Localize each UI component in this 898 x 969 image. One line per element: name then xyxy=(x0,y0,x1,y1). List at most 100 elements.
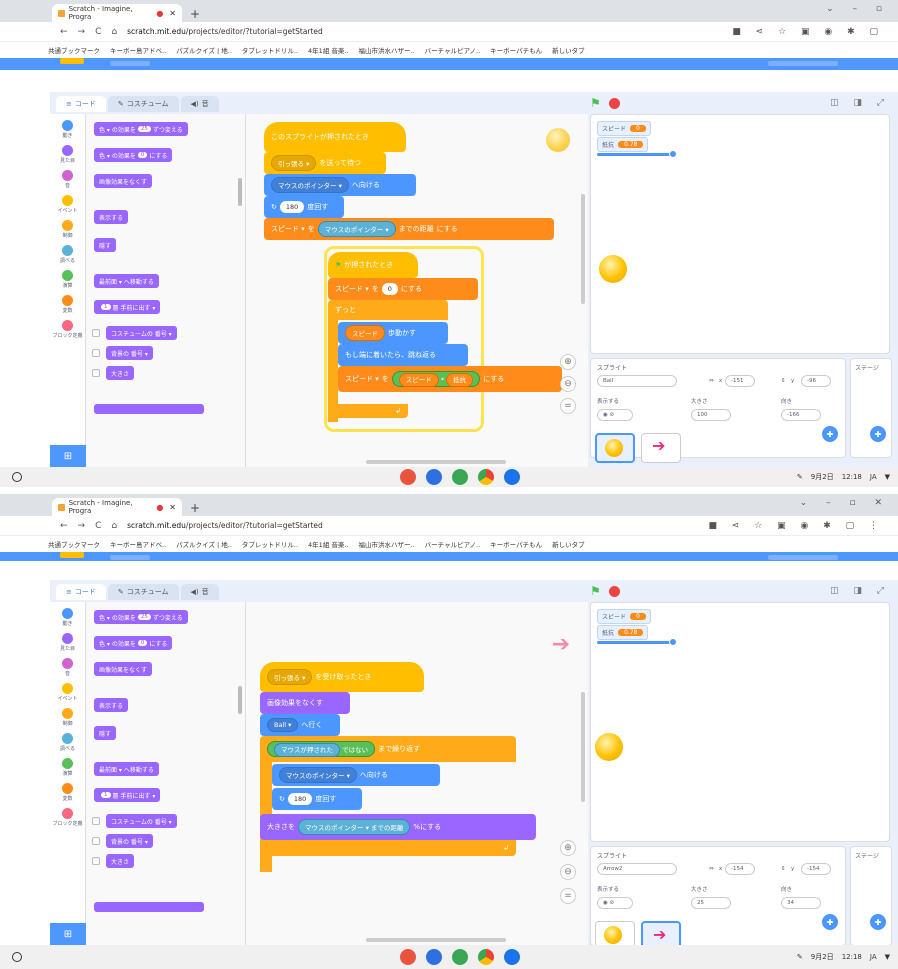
window-controls[interactable]: ⌄ – ▫ xyxy=(826,4,890,14)
palette-scrollbar[interactable] xyxy=(238,178,242,206)
slider-knob[interactable] xyxy=(669,150,677,158)
chrome-icon[interactable] xyxy=(478,949,494,965)
back-icon[interactable]: ← xyxy=(60,521,68,531)
bookmark-item[interactable]: タブレットドリル.. xyxy=(242,539,298,549)
reload-icon[interactable]: C xyxy=(95,521,101,531)
palette-block[interactable]: 画像効果をなくす xyxy=(94,662,153,676)
bookmark-item[interactable]: バーチャルピアノ.. xyxy=(425,539,480,549)
zoom-in-icon[interactable]: ⊕ xyxy=(560,354,576,370)
bookmark-item[interactable]: 新しいタブ xyxy=(552,45,585,55)
classroom-app-icon[interactable] xyxy=(452,949,468,965)
category-events[interactable]: イベント xyxy=(50,195,85,214)
stop-icon[interactable] xyxy=(608,585,620,597)
stage-canvas[interactable]: スピード 0 抵抗 0.78 xyxy=(590,602,890,842)
set-speed-mul-block[interactable]: スピード ▾ をスピード * 抵抗 にする xyxy=(338,366,562,392)
browser-tab[interactable]: Scratch - Imagine, Progra ● ✕ xyxy=(52,4,182,22)
visibility-toggle[interactable]: ◉ ⊘ xyxy=(597,409,633,421)
variable-menu[interactable]: スピード ▾ xyxy=(271,224,305,234)
menu-items[interactable] xyxy=(110,555,150,560)
set-speed-block[interactable]: スピード ▾ を 0 にする xyxy=(328,278,478,300)
target-menu[interactable]: マウスのポインター ▾ xyxy=(271,177,349,193)
tab-code[interactable]: ≡ コード xyxy=(56,584,106,600)
stage-canvas[interactable]: スピード 0 抵抗 0.78 xyxy=(590,114,890,354)
launcher-icon[interactable] xyxy=(12,472,22,482)
palette-block[interactable]: 最前面 ▾ へ移動する xyxy=(94,762,159,776)
direction-input[interactable]: 34 xyxy=(781,897,821,909)
target-menu[interactable]: マウスのポインター ▾ xyxy=(279,767,357,783)
monitor-checkbox[interactable] xyxy=(92,857,100,865)
toolbar-icons[interactable]: ■ ⋖ ☆ ▣ ◉ ✱ ▢ ⋮ xyxy=(708,521,884,531)
tab-code[interactable]: ≡ コード xyxy=(56,96,106,112)
y-input[interactable]: -154 xyxy=(801,863,831,875)
set-variable-block[interactable]: スピード ▾ をマウスのポインター ▾ までの距離 にする xyxy=(264,218,554,240)
block-input[interactable]: 25 xyxy=(137,126,151,132)
palette-reporter[interactable]: 背景の 番号 ▾ xyxy=(106,834,153,848)
palette-reporter[interactable]: 大きさ xyxy=(106,366,135,380)
resistance-slider[interactable] xyxy=(597,150,677,158)
palette-block[interactable]: 1層 手前に出す ▾ xyxy=(94,788,161,802)
bookmark-item[interactable]: キーボー島アドベ.. xyxy=(110,45,166,55)
bookmark-item[interactable]: パズルクイズ | 地.. xyxy=(176,45,232,55)
x-input[interactable]: -154 xyxy=(725,863,755,875)
point-towards-block[interactable]: マウスのポインター ▾ へ向ける xyxy=(272,764,440,786)
turn-block[interactable]: ↻ 180 度回す xyxy=(272,788,362,810)
bookmark-item[interactable]: 新しいタブ xyxy=(552,539,585,549)
stage-pane[interactable]: ステージ xyxy=(850,846,892,946)
zoom-out-icon[interactable]: ⊖ xyxy=(560,864,576,880)
block-input[interactable]: 0 xyxy=(137,152,148,158)
scratch-logo[interactable] xyxy=(60,58,84,64)
files-app-icon[interactable] xyxy=(504,469,520,485)
sprite-tile-ball[interactable] xyxy=(595,433,635,463)
workspace-hscrollbar[interactable] xyxy=(366,938,506,942)
app-icon[interactable] xyxy=(400,469,416,485)
zoom-out-icon[interactable]: ⊖ xyxy=(560,376,576,392)
palette-block-partial[interactable] xyxy=(94,404,204,414)
palette-block[interactable]: 最前面 ▾ へ移動する xyxy=(94,274,159,288)
home-icon[interactable]: ⌂ xyxy=(111,27,117,37)
monitor-checkbox[interactable] xyxy=(92,349,100,357)
palette-block[interactable]: 表示する xyxy=(94,210,129,224)
reload-icon[interactable]: C xyxy=(95,27,101,37)
extension-button[interactable]: ⊞ xyxy=(50,445,86,467)
broadcast-wait-block[interactable]: 引っ張る ▾ を送って待つ xyxy=(264,152,386,174)
repeat-until-block[interactable]: マウスが押された ではない まで繰り返す xyxy=(260,736,516,762)
palette-block[interactable]: 表示する xyxy=(94,698,129,712)
new-tab-icon[interactable]: + xyxy=(190,501,200,515)
event-hat-block[interactable]: このスプライトが押されたとき xyxy=(264,122,406,152)
workspace-vscrollbar[interactable] xyxy=(581,692,585,802)
category-sensing[interactable]: 調べる xyxy=(50,245,85,264)
system-tray[interactable]: ✎ 9月2日 12:18 JA ▼ xyxy=(797,952,890,962)
bookmark-item[interactable]: キーボー島アドベ.. xyxy=(110,539,166,549)
speed-reporter[interactable]: スピード xyxy=(398,373,439,387)
block-input[interactable]: 180 xyxy=(287,793,313,805)
workspace-vscrollbar[interactable] xyxy=(581,194,585,304)
tab-costumes[interactable]: ✎ コスチューム xyxy=(107,584,179,600)
monitor-checkbox[interactable] xyxy=(92,837,100,845)
window-controls[interactable]: ⌄ – ▫ ✕ xyxy=(800,498,890,508)
zoom-reset-icon[interactable]: = xyxy=(560,398,576,414)
palette-scrollbar[interactable] xyxy=(238,686,242,714)
broadcast-menu[interactable]: 引っ張る ▾ xyxy=(267,669,313,685)
block-input[interactable]: 1 xyxy=(101,304,111,310)
category-sensing[interactable]: 調べる xyxy=(50,733,85,752)
goto-block[interactable]: Ball ▾ へ行く xyxy=(260,714,340,736)
scratch-logo[interactable] xyxy=(60,552,84,558)
account-menu[interactable] xyxy=(768,61,838,66)
bookmark-item[interactable]: 福山市洪水ハザー.. xyxy=(359,45,415,55)
set-size-block[interactable]: 大きさを マウスのポインター ▾ までの距離 %にする xyxy=(260,814,536,840)
script-workspace[interactable]: このスプライトが押されたとき 引っ張る ▾ を送って待つ マウスのポインター ▾ へ… xyxy=(246,114,588,467)
script-workspace[interactable]: 引っ張る ▾ を受け取ったとき 画像効果をなくす Ball ▾ へ行く マウスが押さ… xyxy=(246,602,588,945)
category-motion[interactable]: 動き xyxy=(50,608,85,627)
url-field[interactable]: scratch.mit.edu/projects/editor/?tutoria… xyxy=(127,521,698,530)
app-icon[interactable] xyxy=(400,949,416,965)
bookmark-item[interactable]: 4年1組 音楽.. xyxy=(308,45,348,55)
close-tab-icon[interactable]: ✕ xyxy=(169,9,176,18)
palette-reporter[interactable]: 背景の 番号 ▾ xyxy=(106,346,153,360)
menu-items[interactable] xyxy=(110,61,150,66)
palette-block[interactable]: 画像効果をなくす xyxy=(94,174,153,188)
monitor-checkbox[interactable] xyxy=(92,329,100,337)
palette-reporter[interactable]: コスチュームの 番号 ▾ xyxy=(106,814,177,828)
bookmark-item[interactable]: 共通ブックマーク xyxy=(48,539,100,549)
sprite-tile-arrow[interactable]: ➔ xyxy=(641,433,681,463)
home-icon[interactable]: ⌂ xyxy=(111,521,117,531)
